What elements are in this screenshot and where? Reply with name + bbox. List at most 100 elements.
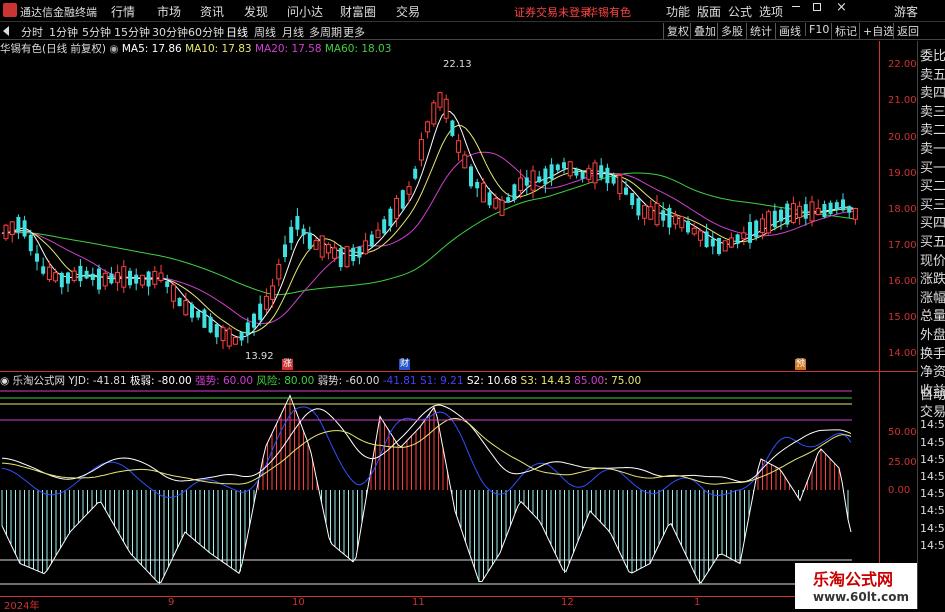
- candle: [258, 303, 263, 320]
- title-bar: 通达信金融终端 行情 市场 资讯 发现 问小达 财富圈 交易 证券交易未登录 华…: [0, 0, 945, 22]
- tool-add-favorite[interactable]: +自选: [859, 23, 894, 39]
- ind-tick-50: 50.00: [888, 427, 917, 438]
- candle: [319, 235, 325, 258]
- side-panel-item: 买四: [920, 216, 945, 232]
- period-monthly[interactable]: 月线: [282, 24, 304, 40]
- y-tick-14: 14.00: [888, 348, 917, 359]
- candle: [772, 210, 777, 228]
- menu-shichang[interactable]: 市场: [157, 3, 181, 20]
- candle: [667, 207, 672, 228]
- candle: [741, 232, 747, 240]
- candle: [363, 240, 369, 255]
- candle: [456, 140, 462, 153]
- candle: [375, 229, 381, 239]
- indicator-expand-icon[interactable]: ◉: [0, 375, 13, 387]
- high-price-label: 22.13: [443, 59, 472, 70]
- y-tick-22: 22.00: [888, 59, 917, 70]
- menu-zixun[interactable]: 资讯: [200, 3, 224, 20]
- marker-yu[interactable]: 预: [795, 359, 806, 370]
- back-arrow-icon[interactable]: [3, 26, 9, 36]
- period-30min[interactable]: 30分钟: [152, 24, 188, 40]
- tool-f10[interactable]: F10: [805, 23, 829, 36]
- main-chart-legend: 华锡有色(日线 前复权) ◉ MA5: 17.86 MA10: 17.83 MA…: [0, 41, 391, 55]
- tool-tongji[interactable]: 统计: [746, 23, 772, 39]
- indicator-chart[interactable]: [0, 388, 880, 595]
- side-panel-item[interactable]: 交易: [920, 401, 945, 420]
- side-panel-item: 买二: [920, 179, 945, 195]
- candlestick-chart[interactable]: [0, 55, 917, 371]
- yjd-line: [1, 394, 852, 584]
- period-daily[interactable]: 日线: [226, 24, 248, 40]
- maximize-icon[interactable]: [813, 3, 821, 11]
- candle: [648, 206, 654, 220]
- tool-fuquan[interactable]: 复权: [663, 23, 689, 39]
- side-panel-item: 委比: [920, 49, 945, 64]
- candle: [289, 226, 294, 243]
- candle: [506, 197, 511, 203]
- close-icon[interactable]: ×: [836, 0, 847, 15]
- login-warning[interactable]: 证券交易未登录: [514, 4, 591, 20]
- menu-xuanxiang[interactable]: 选项: [759, 3, 783, 20]
- side-panel-item: 总量: [920, 309, 945, 325]
- menu-gongneng[interactable]: 功能: [666, 3, 690, 20]
- side-panel-item: 14:56: [920, 504, 945, 518]
- side-panel-item: 卖三: [920, 104, 945, 120]
- candle: [480, 182, 486, 203]
- side-panel-item: 卖四: [920, 86, 945, 102]
- candle: [841, 199, 845, 211]
- menu-banmian[interactable]: 版面: [697, 3, 721, 20]
- candle: [790, 203, 796, 223]
- candle: [592, 162, 598, 184]
- y-tick-15: 15.00: [888, 312, 917, 323]
- menu-faxian[interactable]: 发现: [244, 3, 268, 20]
- quote-side-panel: 委比 卖五 卖四 卖三 卖二 卖一 买一 买二 买三 买四 买五 现价 涨跌 涨幅 总量 外盘 换手 净资 收益 自动…: [917, 41, 945, 609]
- menu-hangqing[interactable]: 行情: [111, 3, 135, 20]
- y-tick-18: 18.00: [888, 204, 917, 215]
- side-panel-item: 卖五: [920, 67, 945, 83]
- period-15min[interactable]: 15分钟: [114, 24, 150, 40]
- ind-tick-25: 25.00: [888, 457, 917, 468]
- candle: [139, 274, 145, 286]
- tool-fanhui[interactable]: 返回: [893, 23, 919, 39]
- period-60min[interactable]: 60分钟: [188, 24, 224, 40]
- menu-wenxiaoda[interactable]: 问小达: [287, 3, 323, 20]
- period-more[interactable]: 更多: [343, 24, 365, 40]
- marker-cai[interactable]: 财: [399, 359, 410, 370]
- date-axis: 2024年 9 10 11 12 1: [0, 596, 917, 612]
- period-multi[interactable]: 多周期: [309, 24, 342, 40]
- candle: [779, 209, 783, 222]
- s0-value: -41.81: [382, 375, 417, 387]
- tool-diejia[interactable]: 叠加: [690, 23, 716, 39]
- tool-duogu[interactable]: 多股: [717, 23, 743, 39]
- date-label-12: 12: [561, 597, 574, 608]
- side-panel-item[interactable]: 自动: [920, 384, 945, 403]
- guest-label[interactable]: 游客: [894, 3, 918, 20]
- tool-biaoji[interactable]: 标记: [831, 23, 857, 39]
- side-panel-item: 涨幅: [920, 290, 945, 306]
- app-logo-icon: [3, 3, 17, 17]
- candle: [567, 161, 573, 177]
- candle: [35, 253, 39, 262]
- tool-huaxian[interactable]: 画线: [775, 23, 801, 39]
- candle: [574, 168, 579, 176]
- candle: [450, 120, 455, 136]
- candle: [202, 309, 207, 328]
- expand-icon[interactable]: ◉: [109, 43, 122, 55]
- candle: [512, 184, 517, 200]
- candle: [158, 272, 164, 281]
- marker-zhang[interactable]: 涨: [282, 359, 293, 370]
- ma5-value: MA5: 17.86: [121, 43, 182, 55]
- candle: [90, 273, 95, 280]
- menu-caifuquan[interactable]: 财富圈: [340, 3, 376, 20]
- side-panel-item: 现价: [920, 253, 945, 269]
- period-1min[interactable]: 1分钟: [49, 24, 78, 40]
- side-panel-item: 买一: [920, 160, 945, 176]
- period-5min[interactable]: 5分钟: [82, 24, 111, 40]
- period-weekly[interactable]: 周线: [254, 24, 276, 40]
- menu-gongshi[interactable]: 公式: [728, 3, 752, 20]
- menu-jiaoyi[interactable]: 交易: [396, 3, 420, 20]
- l85-value: 85.00: [574, 375, 605, 387]
- period-fenshi[interactable]: 分时: [21, 24, 43, 40]
- minimize-icon[interactable]: [792, 6, 800, 7]
- candle: [679, 216, 685, 229]
